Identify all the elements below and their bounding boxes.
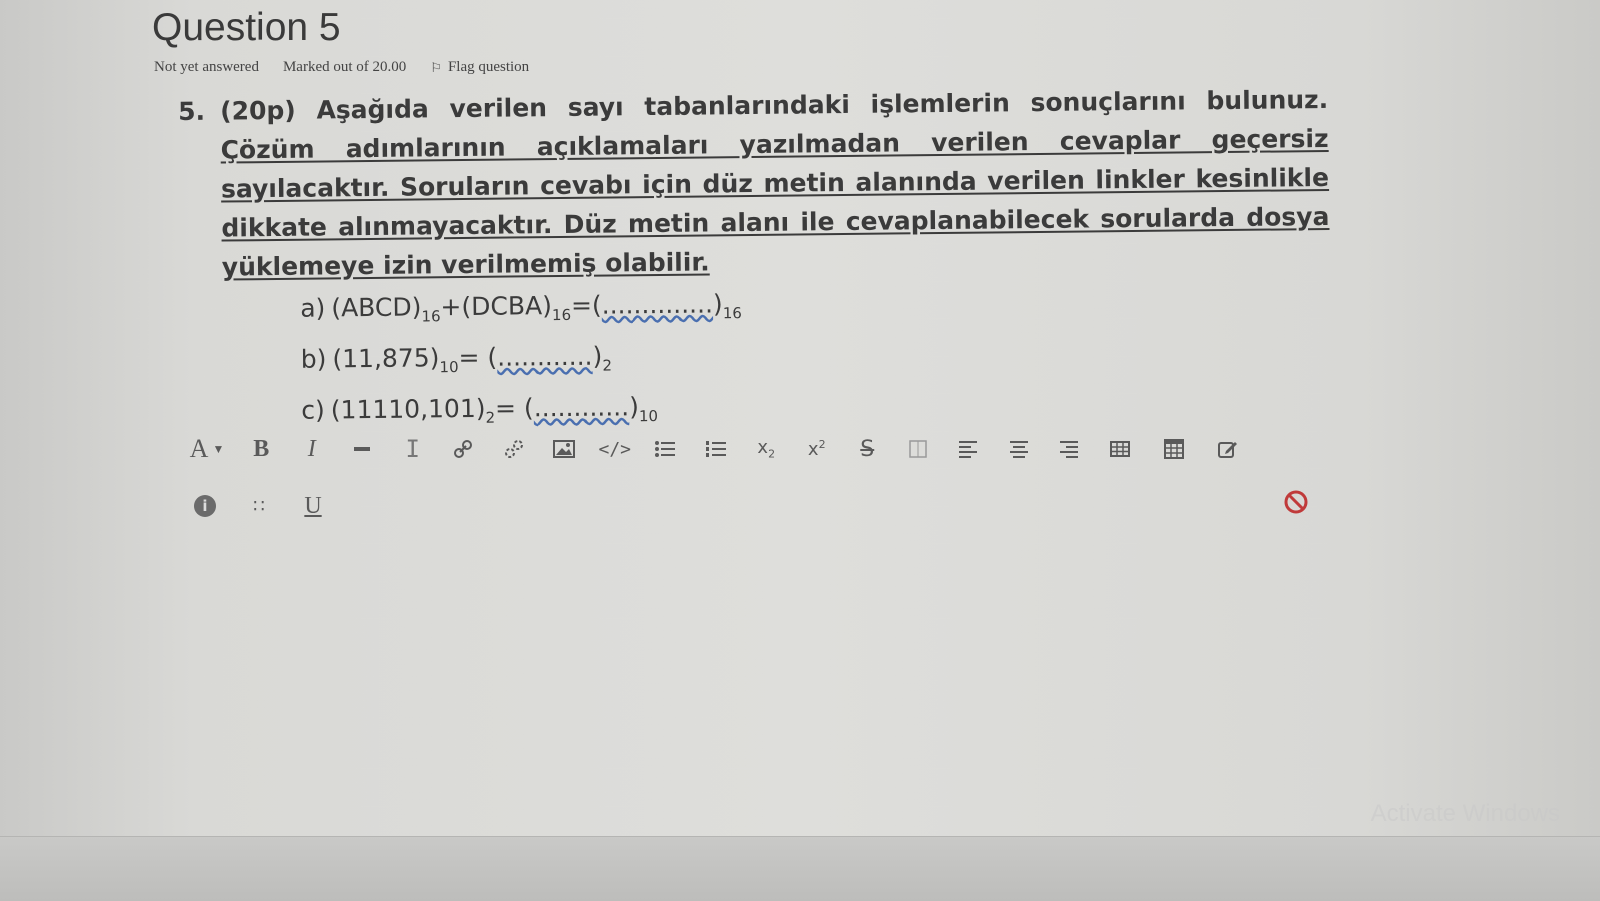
insert-table-button[interactable] [1095,429,1146,469]
part-a-expr: (ABCD) [331,292,422,323]
question-statement: (20p) Aşağıda verilen sayı tabanlarındak… [220,80,1330,287]
table-grid-icon [1164,439,1184,459]
table-icon [1109,441,1130,457]
part-b-base2: 2 [602,356,613,375]
subscript-icon: x2 [757,437,776,461]
part-a-base3: 16 [722,304,742,323]
image-icon [553,440,576,458]
strikethrough-button[interactable]: S [842,429,893,469]
part-b-expr: (11,875) [332,343,440,374]
text-cursor-icon: I [405,435,420,463]
question-main-text: (20p) Aşağıda verilen sayı tabanlarındak… [220,84,1329,126]
part-c-close: ) [628,392,640,422]
part-a-eq: =( [570,290,602,320]
answer-status: Not yet answered [154,59,259,75]
part-a-base1: 16 [421,307,441,326]
edit-icon [1218,442,1238,458]
info-icon: i [194,495,216,517]
answer-editor[interactable] [178,535,1328,815]
question-paragraph: 5. (20p) Aşağıda verilen sayı tabanların… [178,80,1350,287]
font-color-button[interactable]: A ▼ [178,429,236,469]
marks-info: Marked out of 20.00 [282,59,407,75]
align-left-icon [959,441,978,458]
no-border-button[interactable] [893,429,944,469]
block-icon [1284,490,1308,514]
dots-icon: ∷ [253,495,265,517]
part-a-op: +(DCBA) [440,291,553,322]
horizontal-rule-button[interactable] [337,429,388,469]
part-a-base2: 16 [551,305,572,325]
subscript-button[interactable]: x2 [741,429,792,469]
bottom-bar [0,836,1600,901]
bullet-list-icon [655,441,676,457]
text-cursor-button[interactable]: I [388,429,439,469]
flag-question-link[interactable]: ⚐ Flag question [430,59,529,76]
activate-windows-watermark: Activate Windows [1370,800,1560,827]
part-c-expr: (11110,101) [330,393,486,425]
part-b-blank: ............ [497,341,593,372]
special-characters-button[interactable]: ∷ [232,486,286,526]
part-b-label: b) [300,344,327,374]
table-properties-button[interactable] [1145,429,1203,469]
align-left-button[interactable] [943,429,994,469]
underline-label: U [304,492,322,519]
question-title: Question 5 [152,6,341,49]
question-text: 5. (20p) Aşağıda verilen sayı tabanların… [178,80,1352,442]
italic-label: I [307,435,316,462]
part-c-blank: ............ [533,392,630,423]
insert-link-button[interactable] [438,429,489,469]
bold-label: B [253,435,270,462]
align-center-icon [1009,441,1028,458]
editor-toolbar: A ▼ B I I </> x2 x2 S [178,425,1278,473]
part-b-base1: 10 [439,358,459,377]
border-icon [909,440,927,458]
part-b-eq: = ( [458,342,498,373]
question-parts: a) (ABCD)16+(DCBA)16=(..............)16 b… [300,277,1352,441]
question-info: Not yet answered Marked out of 20.00 ⚐ F… [154,59,529,76]
insert-image-button[interactable] [539,429,590,469]
part-a-blank: .............. [601,289,714,320]
question-instructions: Çözüm adımlarının açıklamaları yazılmada… [220,123,1330,282]
italic-button[interactable]: I [287,429,338,469]
editor-toolbar-row2: i ∷ U [178,484,1328,528]
flag-icon: ⚐ [430,59,442,75]
unlink-button[interactable] [489,429,540,469]
code-button[interactable]: </> [590,429,641,469]
unlink-icon [504,440,523,458]
caret-down-icon: ▼ [212,441,225,456]
part-c-eq: = ( [494,393,534,423]
numbered-list-button[interactable] [691,429,742,469]
align-right-button[interactable] [1044,429,1095,469]
part-c-label: c) [301,395,325,425]
edit-html-button[interactable] [1203,429,1254,469]
bold-button[interactable]: B [236,429,287,469]
strikethrough-icon: S [860,436,875,462]
horizontal-rule-icon [354,447,371,451]
code-icon: </> [598,438,631,460]
question-number: 5. [178,96,206,126]
superscript-icon: x2 [807,438,826,460]
align-right-icon [1060,441,1079,458]
link-icon [454,440,473,458]
flag-question-label: Flag question [447,59,530,75]
part-a-label: a) [300,293,326,323]
clear-formatting-button[interactable] [1282,488,1310,516]
underline-button[interactable]: U [286,486,340,526]
numbered-list-icon [705,441,726,457]
align-center-button[interactable] [994,429,1045,469]
accessibility-help-button[interactable]: i [178,486,232,526]
superscript-button[interactable]: x2 [792,429,843,469]
font-color-label: A [189,434,209,463]
bullet-list-button[interactable] [640,429,691,469]
part-b-close: ) [592,341,603,371]
part-c-base2: 10 [638,406,659,426]
